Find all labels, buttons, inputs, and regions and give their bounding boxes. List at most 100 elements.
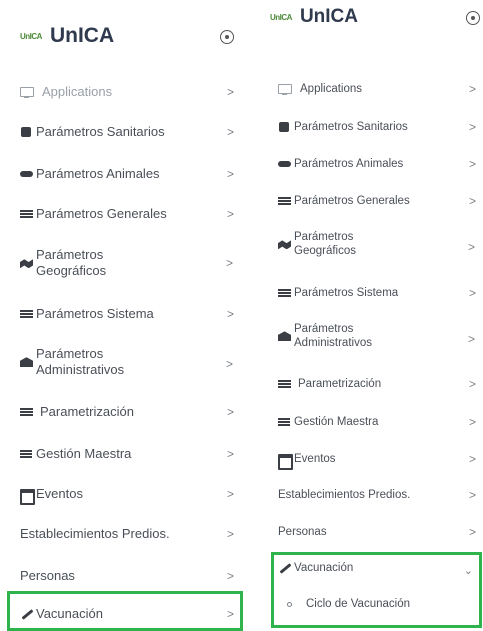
menu-label: Parámetros Animales: [36, 166, 160, 181]
list-icon: [278, 416, 292, 428]
chevron-right-icon: >: [226, 569, 234, 584]
menu-label: Parámetros Animales: [294, 158, 404, 170]
map-icon: [278, 238, 292, 250]
syringe-icon: [278, 562, 292, 574]
sidebar-collapsed: UnICA UnICA Applications > Parámetros Sa…: [0, 0, 248, 631]
menu-label: Personas: [278, 526, 327, 538]
menu-item-parametros-sistema[interactable]: Parámetros Sistema >: [278, 286, 476, 300]
menu-label: Vacunación: [294, 562, 354, 574]
chevron-right-icon: >: [226, 167, 234, 182]
chevron-right-icon: >: [468, 194, 476, 209]
menu-label: Parametrización: [40, 404, 134, 419]
logo: UnICA: [270, 12, 292, 22]
chevron-right-icon: >: [226, 405, 234, 420]
menu-item-parametros-sanitarios[interactable]: Parámetros Sanitarios >: [278, 120, 476, 134]
menu-label: Gestión Maestra: [36, 446, 132, 461]
submenu-item-ciclo-de-vacunacion[interactable]: Ciclo de Vacunación: [287, 598, 410, 610]
sliders-icon: [20, 208, 34, 220]
menu-item-vacunacion[interactable]: Vacunación >: [20, 606, 242, 622]
brand[interactable]: UnICA UnICA: [270, 6, 358, 28]
menu-item-parametros-sanitarios[interactable]: Parámetros Sanitarios >: [20, 124, 242, 140]
square-icon: [20, 126, 34, 138]
menu-item-parametros-sistema[interactable]: Parámetros Sistema >: [20, 306, 242, 322]
menu-item-gestion-maestra[interactable]: Gestión Maestra >: [278, 415, 476, 429]
menu-item-parametros-administrativos[interactable]: Parámetros Administrativos: [278, 322, 408, 351]
chevron-right-icon: >: [468, 240, 476, 254]
calendar-icon: [20, 488, 35, 506]
menu-item-parametros-generales[interactable]: Parámetros Generales >: [20, 206, 242, 222]
sliders-icon: [278, 287, 292, 299]
chevron-right-icon: >: [226, 607, 234, 622]
menu-label: Establecimientos Predios.: [278, 489, 411, 501]
menu-item-parametros-animales[interactable]: Parámetros Animales >: [20, 166, 242, 182]
menu-label: Parámetros Generales: [294, 195, 410, 207]
sliders-icon: [278, 378, 292, 390]
brand[interactable]: UnICA UnICA: [20, 24, 114, 48]
sidebar-expanded: UnICA UnICA Applications > Parámetros Sa…: [250, 0, 483, 631]
chevron-right-icon: >: [226, 357, 234, 371]
calendar-icon: [278, 453, 293, 471]
menu-item-establecimientos[interactable]: Establecimientos Predios. >: [20, 526, 242, 542]
map-icon: [20, 257, 34, 269]
menu-label: Establecimientos Predios.: [20, 526, 170, 541]
car-icon: [20, 168, 34, 180]
menu-label: Vacunación: [36, 606, 103, 621]
menu-label: Applications: [300, 83, 363, 95]
menu-item-personas[interactable]: Personas >: [278, 525, 476, 539]
chevron-right-icon: >: [226, 487, 234, 502]
menu-label: Gestión Maestra: [294, 416, 379, 428]
menu-item-personas[interactable]: Personas >: [20, 568, 242, 584]
menu-item-parametros-administrativos[interactable]: Parámetros Administrativos: [20, 346, 170, 379]
menu-label: Parámetros Sanitarios: [294, 121, 408, 133]
menu-item-eventos[interactable]: Eventos >: [20, 486, 242, 506]
menu-item-vacunacion[interactable]: Vacunación: [278, 561, 476, 575]
syringe-icon: [20, 608, 34, 620]
menu-label: Parámetros Sistema: [294, 287, 399, 299]
menu-label: Parámetros Sanitarios: [36, 124, 165, 139]
monitor-icon: [278, 83, 292, 95]
car-icon: [278, 158, 292, 170]
menu-label: Parámetros Administrativos: [36, 346, 125, 378]
chevron-right-icon: >: [468, 332, 476, 346]
chevron-right-icon: >: [468, 82, 476, 97]
sliders-icon: [20, 308, 34, 320]
menu-label: Eventos: [294, 453, 336, 465]
menu-item-parametrizacion[interactable]: Parametrización >: [278, 377, 476, 391]
menu-label: Applications: [42, 84, 113, 99]
chevron-right-icon: >: [468, 525, 476, 540]
menu-label: Eventos: [36, 486, 83, 501]
square-icon: [278, 121, 292, 133]
menu-item-applications[interactable]: Applications >: [278, 82, 476, 96]
menu-label: Personas: [20, 568, 75, 583]
logo: UnICA: [20, 31, 42, 41]
menu-item-parametros-animales[interactable]: Parámetros Animales >: [278, 157, 476, 171]
sliders-icon: [20, 406, 34, 418]
menu-label: Parámetros Geográficos: [36, 247, 107, 279]
menu-label: Parámetros Generales: [36, 206, 167, 221]
menu-label: Parametrización: [298, 378, 382, 390]
chevron-down-icon: ⌄: [463, 565, 473, 577]
chevron-right-icon: >: [468, 488, 476, 503]
chevron-right-icon: >: [226, 85, 234, 100]
chevron-right-icon: >: [226, 307, 234, 322]
sidebar-toggle-icon[interactable]: [220, 30, 234, 44]
menu-item-applications[interactable]: Applications >: [20, 84, 242, 100]
chevron-right-icon: >: [468, 286, 476, 301]
menu-label: Parámetros Geográficos: [294, 231, 357, 258]
menu-item-parametros-geograficos[interactable]: Parámetros Geográficos: [278, 230, 408, 259]
chevron-right-icon: >: [468, 452, 476, 467]
menu-item-gestion-maestra[interactable]: Gestión Maestra >: [20, 446, 242, 462]
chevron-right-icon: >: [468, 120, 476, 135]
circle-icon: [287, 601, 292, 607]
menu-item-establecimientos[interactable]: Establecimientos Predios. >: [278, 488, 476, 502]
sliders-icon: [278, 195, 292, 207]
menu-item-parametros-geograficos[interactable]: Parámetros Geográficos: [20, 247, 170, 280]
menu-label: Parámetros Sistema: [36, 306, 154, 321]
chevron-right-icon: >: [226, 207, 234, 222]
sidebar-toggle-icon[interactable]: [466, 11, 480, 25]
chevron-right-icon: >: [226, 125, 234, 140]
menu-item-parametrizacion[interactable]: Parametrización >: [20, 404, 242, 420]
menu-item-parametros-generales[interactable]: Parámetros Generales >: [278, 194, 476, 208]
menu-item-eventos[interactable]: Eventos >: [278, 452, 476, 471]
list-icon: [20, 448, 34, 460]
